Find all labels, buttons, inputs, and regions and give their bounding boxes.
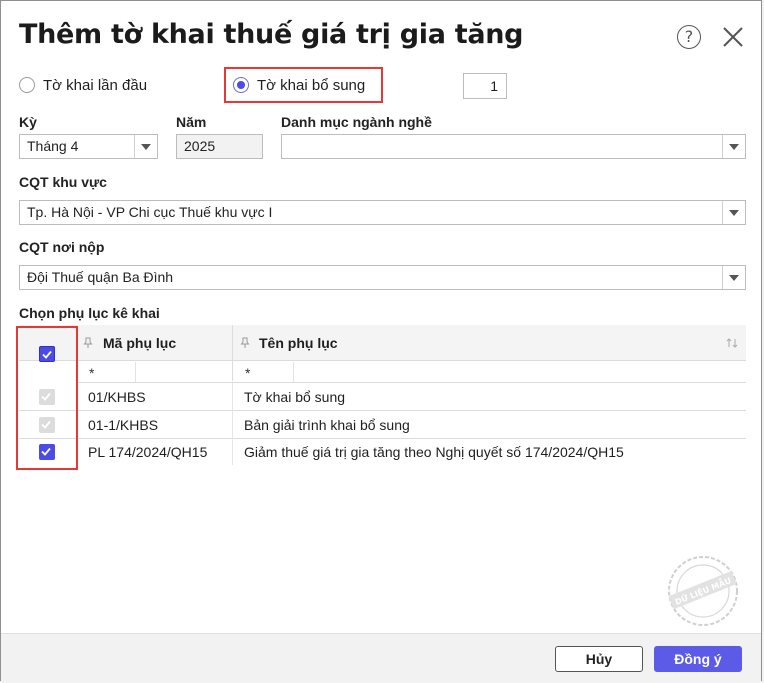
column-header-code[interactable]: Mã phụ lục xyxy=(103,335,176,351)
tax-office-region-label: CQT khu vực xyxy=(19,174,107,190)
year-field: 2025 xyxy=(176,134,263,159)
period-value: Tháng 4 xyxy=(27,138,79,154)
radio-circle[interactable] xyxy=(233,77,249,93)
close-icon[interactable] xyxy=(721,25,745,49)
sample-data-stamp: DỮ LIỆU MẪU xyxy=(668,556,738,626)
appendix-label: Chọn phụ lục kê khai xyxy=(19,305,160,321)
filter-divider xyxy=(135,362,136,382)
row-code: PL 174/2024/QH15 xyxy=(88,444,208,460)
appendix-grid: Mã phụ lục Tên phụ lục * * 01/KHBS Tờ kh… xyxy=(19,325,746,465)
tax-office-submit-select[interactable]: Đội Thuế quận Ba Đình xyxy=(19,265,746,290)
dialog-title: Thêm tờ khai thuế giá trị gia tăng xyxy=(19,19,524,50)
chevron-down-icon[interactable] xyxy=(134,135,157,158)
sort-icon[interactable] xyxy=(726,337,738,349)
pin-icon[interactable] xyxy=(83,337,93,349)
radio-label: Tờ khai lần đầu xyxy=(43,76,148,94)
filter-divider xyxy=(293,362,294,382)
filter-row xyxy=(77,361,746,383)
pin-icon[interactable] xyxy=(240,337,250,349)
row-code: 01-1/KHBS xyxy=(88,417,159,433)
period-label: Kỳ xyxy=(19,114,37,130)
tax-office-submit-value: Đội Thuế quận Ba Đình xyxy=(27,269,174,285)
column-header-name[interactable]: Tên phụ lục xyxy=(259,335,338,351)
radio-supplement-declaration[interactable]: Tờ khai bổ sung xyxy=(233,73,365,97)
chevron-down-icon[interactable] xyxy=(722,201,745,224)
dialog-footer: Hủy Đồng ý xyxy=(1,633,761,682)
chevron-down-icon[interactable] xyxy=(722,266,745,289)
row-name: Tờ khai bổ sung xyxy=(244,389,346,405)
industry-select[interactable] xyxy=(281,134,746,159)
year-label: Năm xyxy=(176,114,207,130)
row-code: 01/KHBS xyxy=(88,389,146,405)
highlight-box xyxy=(16,326,78,470)
period-select[interactable]: Tháng 4 xyxy=(19,134,158,159)
help-icon[interactable]: ? xyxy=(677,25,701,49)
industry-label: Danh mục ngành nghề xyxy=(281,114,432,130)
tax-office-region-value: Tp. Hà Nội - VP Chi cục Thuế khu vực I xyxy=(27,204,273,220)
chevron-down-icon[interactable] xyxy=(722,135,745,158)
radio-label: Tờ khai bổ sung xyxy=(257,76,366,94)
stamp-text: DỮ LIỆU MẪU xyxy=(673,573,733,606)
ok-button[interactable]: Đồng ý xyxy=(654,646,742,672)
cancel-button[interactable]: Hủy xyxy=(555,646,643,672)
filter-input-code[interactable]: * xyxy=(89,365,94,381)
supplement-number-input[interactable]: 1 xyxy=(463,73,507,99)
radio-circle[interactable] xyxy=(19,77,35,93)
filter-input-name[interactable]: * xyxy=(245,365,250,381)
tax-office-region-select[interactable]: Tp. Hà Nội - VP Chi cục Thuế khu vực I xyxy=(19,200,746,225)
row-name: Bản giải trình khai bổ sung xyxy=(244,417,410,433)
tax-office-submit-label: CQT nơi nộp xyxy=(19,239,105,255)
row-name: Giảm thuế giá trị gia tăng theo Nghị quy… xyxy=(244,444,624,460)
radio-first-declaration[interactable]: Tờ khai lần đầu xyxy=(19,73,147,97)
grid-divider xyxy=(232,383,233,465)
add-vat-declaration-dialog: Thêm tờ khai thuế giá trị gia tăng ? Tờ … xyxy=(0,0,762,682)
